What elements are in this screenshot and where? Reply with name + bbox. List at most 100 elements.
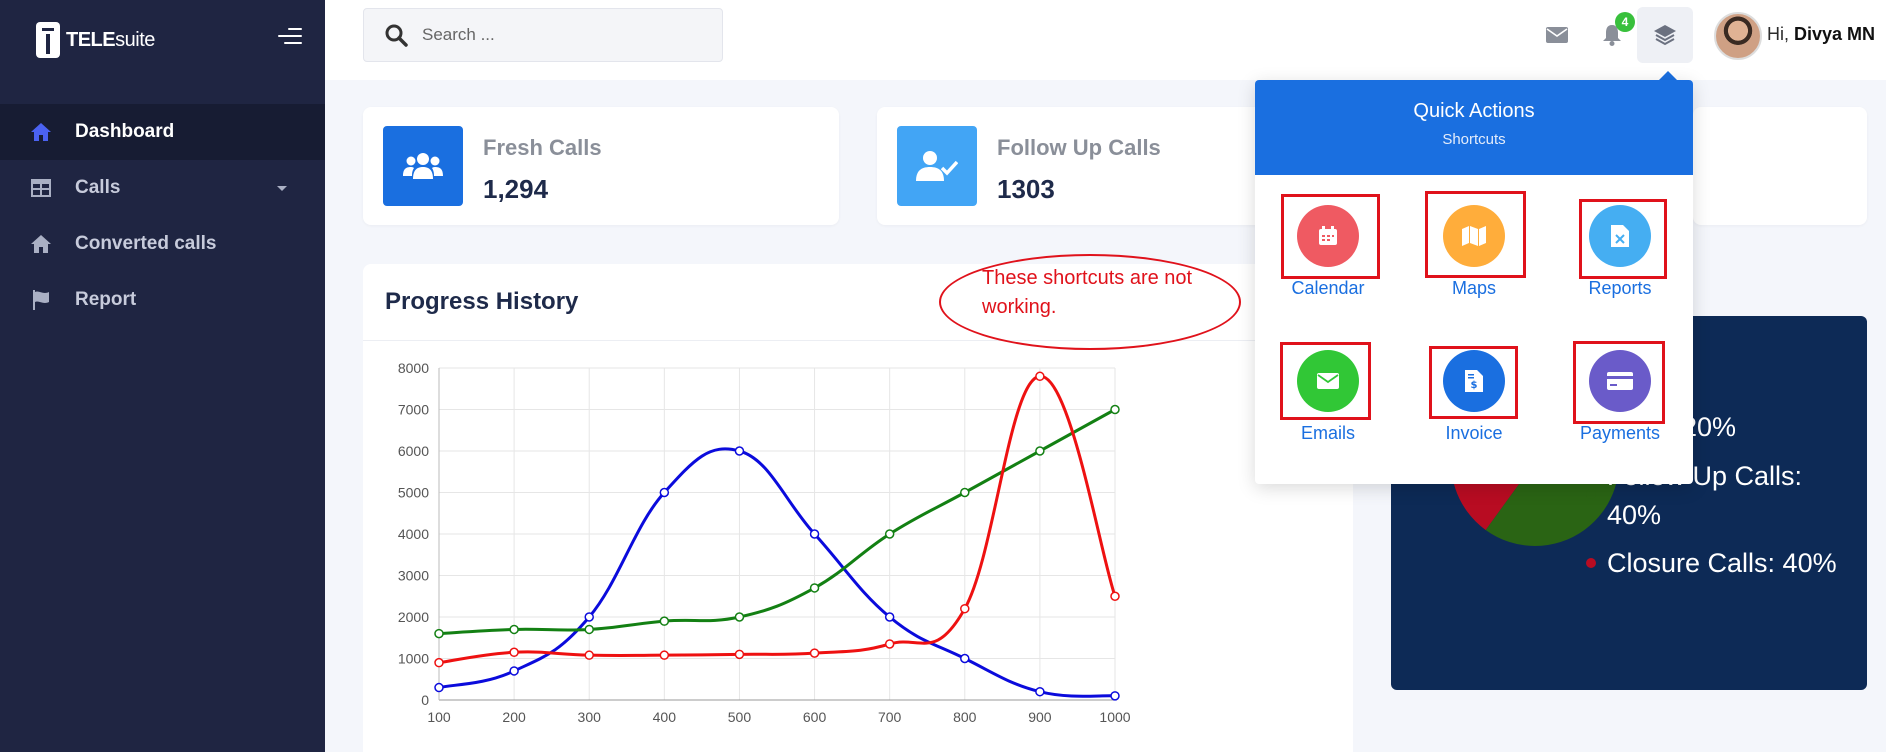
quick-actions-title: Quick Actions	[1413, 100, 1535, 122]
logo-icon	[36, 22, 60, 58]
data-point	[1035, 686, 1045, 697]
y-tick-label: 1000	[398, 651, 429, 667]
flag-icon	[30, 290, 52, 310]
home-icon	[30, 234, 52, 254]
app-logo[interactable]: TELEsuite	[36, 22, 155, 58]
data-point	[584, 650, 594, 660]
highlight-box-calendar	[1281, 194, 1380, 279]
data-point	[1035, 446, 1045, 456]
stat-card-hidden	[1693, 107, 1867, 225]
legend-closure-calls: Closure Calls: 40%	[1607, 548, 1837, 578]
data-point	[509, 666, 519, 676]
data-point	[809, 529, 820, 539]
table-icon	[30, 178, 52, 198]
sidebar-item-calls[interactable]: Calls	[0, 160, 325, 216]
data-point	[809, 583, 820, 593]
x-tick-label: 400	[653, 709, 677, 725]
data-point	[659, 487, 670, 498]
search-box[interactable]	[363, 8, 723, 62]
annotation-text: These shortcuts are not working.	[982, 267, 1193, 318]
legend-dot-follow-up	[1586, 489, 1596, 499]
sidebar-item-label: Dashboard	[75, 121, 175, 142]
x-tick-label: 300	[578, 709, 602, 725]
highlight-box-payments	[1573, 341, 1665, 424]
data-point	[884, 612, 895, 622]
series-line-1	[438, 408, 1116, 636]
menu-toggle-icon[interactable]	[276, 26, 302, 46]
data-point	[960, 653, 970, 664]
data-point	[509, 647, 519, 658]
sidebar-item-dashboard[interactable]: Dashboard	[0, 104, 325, 160]
user-check-icon	[897, 126, 977, 206]
data-point	[1110, 591, 1120, 601]
data-point	[1035, 371, 1045, 382]
y-tick-label: 2000	[398, 609, 429, 625]
stat-value: 1,294	[483, 174, 549, 204]
y-tick-label: 0	[421, 692, 429, 708]
search-input[interactable]	[422, 25, 682, 45]
layers-button[interactable]	[1637, 7, 1693, 63]
logo-text-bold: TELE	[66, 28, 116, 51]
data-point	[434, 628, 444, 639]
user-greeting[interactable]: Hi, Divya MN	[1767, 24, 1875, 45]
shortcut-label: Reports	[1588, 278, 1652, 298]
search-icon	[385, 24, 408, 47]
data-point	[434, 682, 444, 693]
quick-actions-subtitle: Shortcuts	[1442, 131, 1506, 148]
bell-icon[interactable]: 4	[1597, 12, 1635, 50]
quick-actions-header: Quick Actions Shortcuts	[1255, 80, 1693, 175]
stat-title: Fresh Calls	[483, 135, 602, 160]
shortcut-label: Emails	[1300, 423, 1355, 443]
user-name: Divya MN	[1794, 24, 1876, 44]
notification-badge: 4	[1615, 12, 1635, 32]
envelope-icon[interactable]	[1542, 20, 1572, 50]
stat-card-follow-up-calls: Follow Up Calls 1303	[877, 107, 1297, 225]
x-tick-label: 900	[1028, 709, 1052, 725]
chevron-down-icon	[277, 186, 287, 191]
y-tick-label: 3000	[398, 568, 429, 584]
sidebar-item-label: Calls	[75, 177, 121, 198]
stat-value: 1303	[997, 174, 1055, 204]
data-point	[734, 446, 745, 456]
data-point	[659, 616, 670, 626]
sidebar-nav: Dashboard Calls Converted calls Report	[0, 104, 325, 328]
shortcut-label: Maps	[1451, 278, 1496, 298]
data-point	[734, 612, 745, 622]
home-icon	[30, 122, 52, 142]
sidebar-item-converted-calls[interactable]: Converted calls	[0, 216, 325, 272]
shortcut-label: Invoice	[1445, 423, 1503, 443]
data-point	[584, 624, 594, 635]
avatar[interactable]	[1714, 12, 1762, 60]
legend-follow-up-pct: 40%	[1607, 500, 1662, 530]
y-tick-label: 4000	[398, 526, 429, 542]
topbar: 4 Hi, Divya MN	[325, 0, 1886, 80]
data-point	[659, 650, 670, 660]
x-tick-label: 800	[953, 709, 977, 725]
sidebar: TELEsuite Dashboard Calls Converted call…	[0, 0, 325, 752]
stat-card-fresh-calls: Fresh Calls 1,294	[363, 107, 839, 225]
data-point	[734, 649, 745, 660]
data-point	[884, 529, 895, 539]
stat-title: Follow Up Calls	[997, 135, 1161, 160]
sidebar-item-report[interactable]: Report	[0, 272, 325, 328]
data-point	[884, 639, 895, 649]
x-tick-label: 200	[502, 709, 526, 725]
x-tick-label: 500	[728, 709, 752, 725]
layers-icon	[1654, 25, 1676, 46]
x-tick-label: 1000	[1099, 709, 1130, 725]
users-icon	[383, 126, 463, 206]
series-line-2	[438, 374, 1117, 665]
y-tick-label: 7000	[398, 402, 429, 418]
data-point	[584, 612, 594, 622]
progress-history-card: Progress History 0 1000 2000 3000 4000 5000 60…	[363, 264, 1353, 752]
y-tick-label: 8000	[398, 360, 429, 376]
data-point	[809, 648, 820, 658]
legend-dot-closure	[1586, 558, 1596, 568]
highlight-box-reports	[1579, 199, 1667, 279]
data-point	[434, 657, 444, 668]
x-tick-label: 700	[878, 709, 902, 725]
data-point	[1110, 404, 1120, 415]
y-tick-label: 6000	[398, 443, 429, 459]
logo-text-light: suite	[115, 28, 155, 51]
highlight-box-invoice	[1429, 346, 1518, 419]
